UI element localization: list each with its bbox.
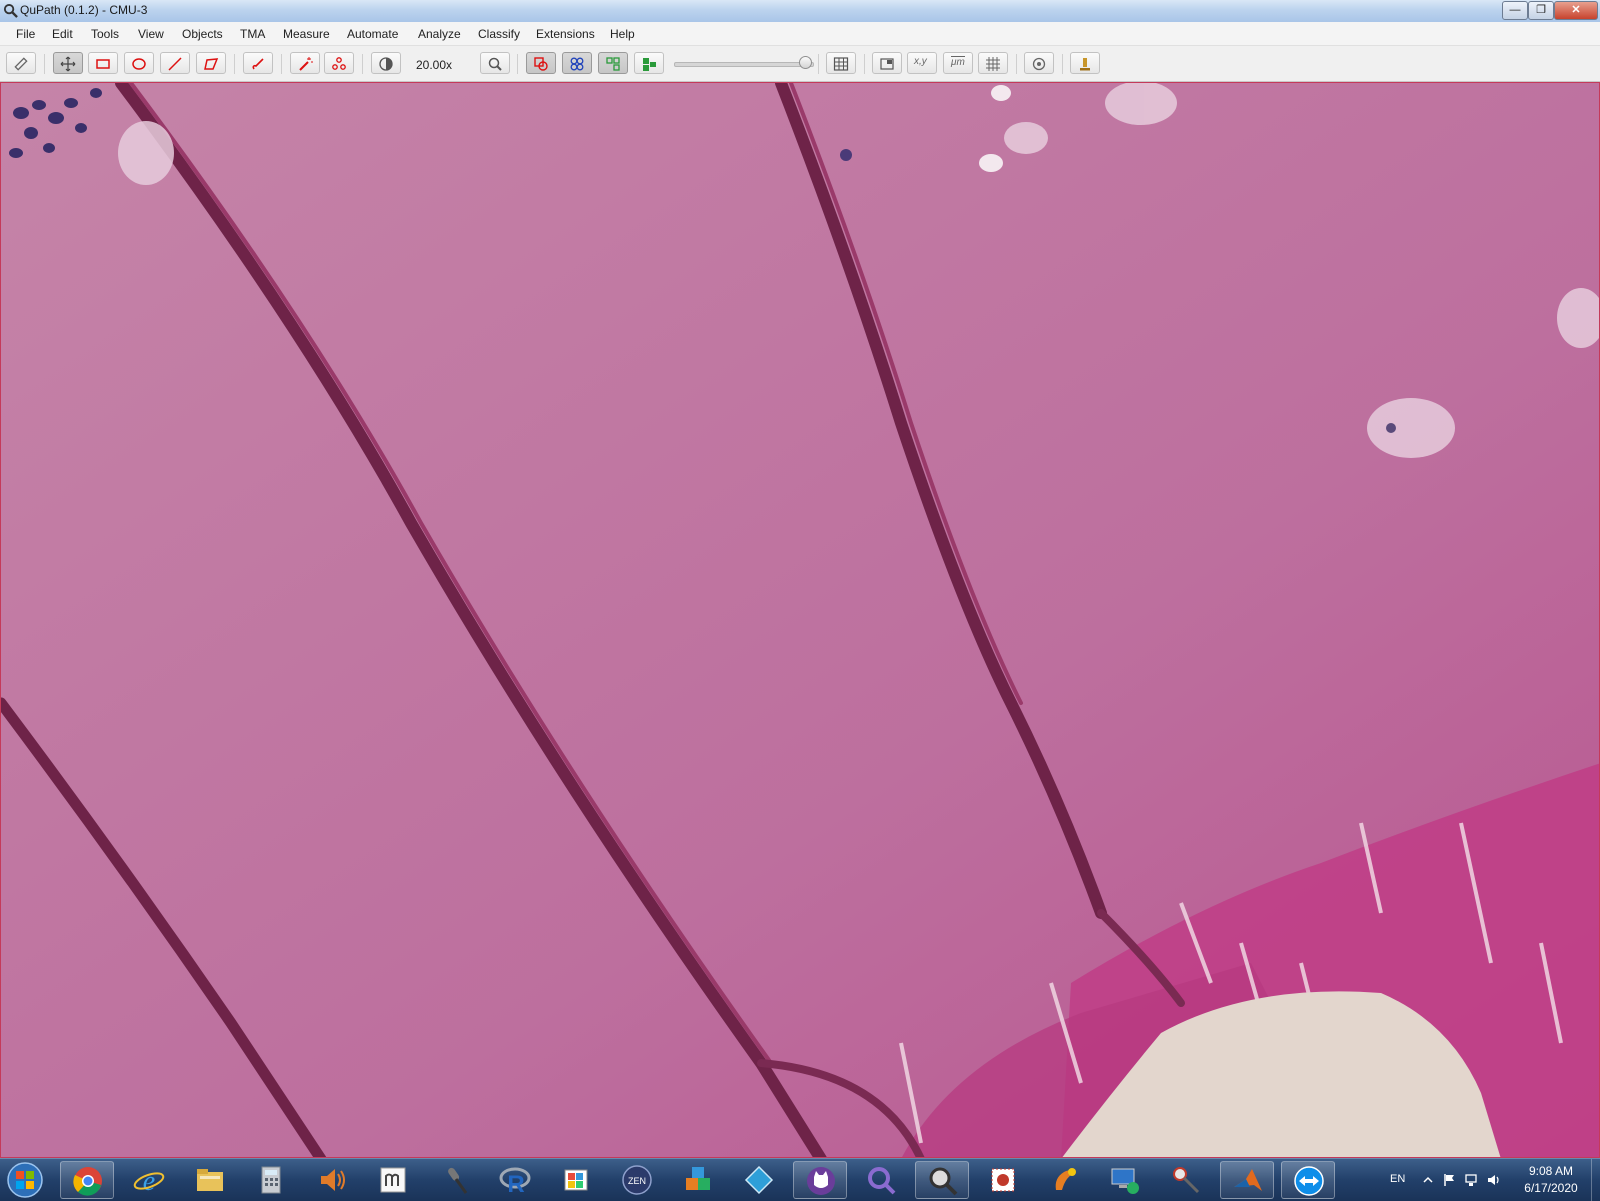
- internet-explorer-icon[interactable]: e: [122, 1161, 176, 1199]
- log-icon[interactable]: [1070, 52, 1100, 74]
- zoom-to-fit-icon[interactable]: [480, 52, 510, 74]
- close-icon[interactable]: ✕: [1554, 1, 1598, 20]
- r-label: R: [507, 1171, 524, 1196]
- move-tool-icon[interactable]: [53, 52, 83, 74]
- menu-help[interactable]: Help: [610, 27, 635, 41]
- qupath-icon[interactable]: [915, 1161, 969, 1199]
- action-center-flag-icon[interactable]: [1442, 1172, 1458, 1188]
- ellipse-tool-icon[interactable]: [124, 52, 154, 74]
- menu-extensions[interactable]: Extensions: [536, 27, 595, 41]
- calculator-icon[interactable]: [244, 1161, 298, 1199]
- menu-analyze[interactable]: Analyze: [418, 27, 461, 41]
- clock-date[interactable]: 6/17/2020: [1516, 1181, 1586, 1195]
- toolbar: 20.00x x,y μm: [0, 46, 1600, 82]
- network-icon[interactable]: [1464, 1172, 1480, 1188]
- wand-tool-icon[interactable]: [290, 52, 320, 74]
- menu-bar: File Edit Tools View Objects TMA Measure…: [0, 22, 1600, 46]
- zen-label: ZEN: [628, 1176, 646, 1186]
- menu-tools[interactable]: Tools: [91, 27, 119, 41]
- polygon-tool-icon[interactable]: [196, 52, 226, 74]
- show-tma-grid-icon[interactable]: [562, 52, 592, 74]
- menu-tma[interactable]: TMA: [240, 27, 265, 41]
- brush-tool-icon[interactable]: [243, 52, 273, 74]
- menu-edit[interactable]: Edit: [52, 27, 73, 41]
- brightness-contrast-icon[interactable]: [371, 52, 401, 74]
- teamviewer-icon[interactable]: [1281, 1161, 1335, 1199]
- points-tool-icon[interactable]: [324, 52, 354, 74]
- menu-file[interactable]: File: [16, 27, 35, 41]
- menu-automate[interactable]: Automate: [347, 27, 398, 41]
- stamp-icon[interactable]: [976, 1161, 1030, 1199]
- microphone-icon[interactable]: [427, 1161, 481, 1199]
- svg-text:e: e: [143, 1166, 155, 1196]
- opacity-slider[interactable]: [674, 62, 814, 67]
- scale-label: μm: [951, 56, 965, 68]
- taskbar: e R ZEN EN 9:08 AM 6/17/2020: [0, 1158, 1600, 1201]
- image-viewer[interactable]: [0, 82, 1600, 1158]
- menu-classify[interactable]: Classify: [478, 27, 520, 41]
- zen-icon[interactable]: ZEN: [610, 1161, 664, 1199]
- show-desktop-button[interactable]: [1591, 1159, 1600, 1201]
- cube-icon[interactable]: [671, 1161, 725, 1199]
- speaker-icon[interactable]: [305, 1161, 359, 1199]
- show-detections-icon[interactable]: [598, 52, 628, 74]
- r-icon[interactable]: R: [488, 1161, 542, 1199]
- search-app-icon[interactable]: [854, 1161, 908, 1199]
- menu-view[interactable]: View: [138, 27, 164, 41]
- opacity-slider-thumb[interactable]: [799, 56, 812, 69]
- maximize-icon[interactable]: ❐: [1528, 1, 1554, 20]
- minimize-icon[interactable]: —: [1502, 1, 1528, 20]
- onenote-icon[interactable]: [1037, 1161, 1091, 1199]
- cat-app-icon[interactable]: [793, 1161, 847, 1199]
- grid-icon[interactable]: [978, 52, 1008, 74]
- title-bar: QuPath (0.1.2) - CMU-3 — ❐ ✕: [0, 0, 1600, 23]
- remote-desktop-icon[interactable]: [1098, 1161, 1152, 1199]
- qupath-app-icon: [3, 3, 18, 18]
- measurement-table-icon[interactable]: [826, 52, 856, 74]
- scalebar-icon[interactable]: μm: [943, 52, 973, 74]
- slide-image: [1, 83, 1599, 1157]
- paint-icon[interactable]: [549, 1161, 603, 1199]
- preferences-icon[interactable]: [1024, 52, 1054, 74]
- matlab-icon[interactable]: [1220, 1161, 1274, 1199]
- overview-icon[interactable]: [872, 52, 902, 74]
- show-annotations-icon[interactable]: [526, 52, 556, 74]
- line-tool-icon[interactable]: [160, 52, 190, 74]
- menu-measure[interactable]: Measure: [283, 27, 330, 41]
- window-title: QuPath (0.1.2) - CMU-3: [20, 3, 148, 17]
- volume-icon[interactable]: [1486, 1172, 1502, 1188]
- rectangle-tool-icon[interactable]: [88, 52, 118, 74]
- cursor-location-icon[interactable]: x,y: [907, 52, 937, 74]
- fill-detections-icon[interactable]: [634, 52, 664, 74]
- file-explorer-icon[interactable]: [183, 1161, 237, 1199]
- start-orb-icon[interactable]: [3, 1160, 47, 1200]
- language-indicator[interactable]: EN: [1390, 1173, 1405, 1185]
- magnification-label[interactable]: 20.00x: [416, 58, 452, 72]
- text-editor-icon[interactable]: [366, 1161, 420, 1199]
- chrome-icon[interactable]: [60, 1161, 114, 1199]
- snipping-icon[interactable]: [1159, 1161, 1213, 1199]
- measure-tool-icon[interactable]: [6, 52, 36, 74]
- menu-objects[interactable]: Objects: [182, 27, 223, 41]
- clock-time[interactable]: 9:08 AM: [1516, 1164, 1586, 1178]
- show-hidden-icons-icon[interactable]: [1420, 1172, 1436, 1188]
- prism-icon[interactable]: [732, 1161, 786, 1199]
- coord-label: x,y: [914, 56, 927, 67]
